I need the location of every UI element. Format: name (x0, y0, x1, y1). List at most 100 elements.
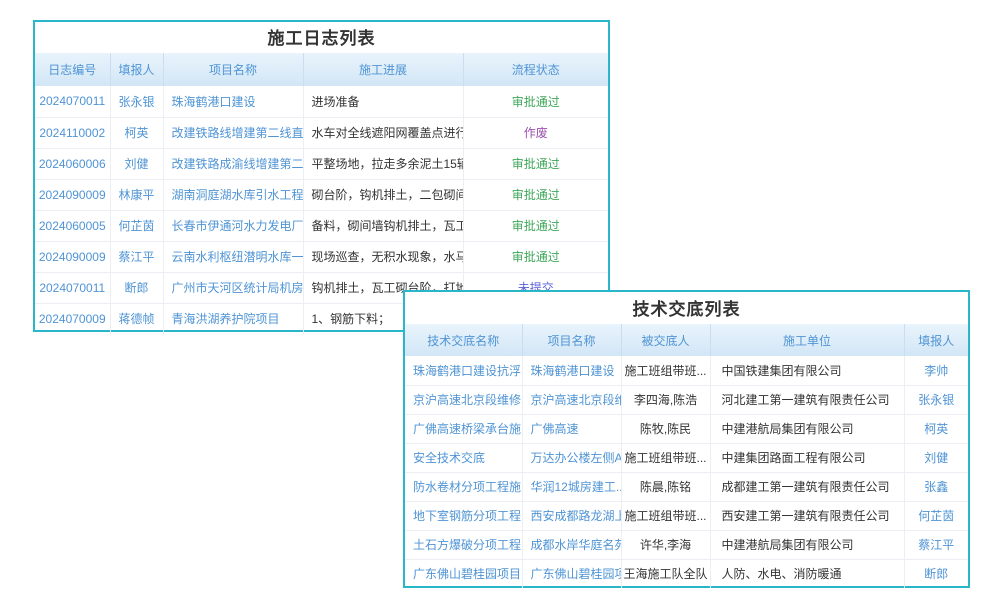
technical-disclosure-panel: 技术交底列表 技术交底名称 项目名称 被交底人 施工单位 填报人 珠海鹤港口建设… (403, 290, 970, 588)
disclosure-name-link[interactable]: 珠海鹤港口建设抗浮... (405, 356, 522, 385)
log-id-link[interactable]: 2024060005 (35, 210, 110, 241)
disclosure-table-row: 广东佛山碧桂园项目... 广东佛山碧桂园项目 王海施工队全队 人防、水电、消防暖… (405, 559, 968, 588)
log-table-row: 2024060005 何芷茵 长春市伊通河水力发电厂... 备料，砌间墙钩机排土… (35, 210, 608, 241)
disclosure-project-link[interactable]: 广东佛山碧桂园项目 (522, 559, 621, 588)
log-project-link[interactable]: 长春市伊通河水力发电厂... (163, 210, 303, 241)
log-id-link[interactable]: 2024060006 (35, 148, 110, 179)
disclosure-unit-text: 人防、水电、消防暖通 (710, 559, 904, 588)
disclosure-unit-text: 中国铁建集团有限公司 (710, 356, 904, 385)
disclosure-project-link[interactable]: 万达办公楼左侧A... (522, 443, 621, 472)
log-col-header-status: 流程状态 (463, 53, 608, 86)
disclosure-table-row: 土石方爆破分项工程... 成都水岸华庭名苑... 许华,李海 中建港航局集团有限… (405, 530, 968, 559)
disclosure-unit-text: 中建集团路面工程有限公司 (710, 443, 904, 472)
disclosure-project-link[interactable]: 西安成都路龙湖上... (522, 501, 621, 530)
log-reporter-link[interactable]: 蒋德帧 (110, 303, 163, 334)
disclosure-project-link[interactable]: 成都水岸华庭名苑... (522, 530, 621, 559)
log-id-link[interactable]: 2024070011 (35, 86, 110, 117)
disclosure-header-row: 技术交底名称 项目名称 被交底人 施工单位 填报人 (405, 324, 968, 356)
log-progress-text: 砌台阶，钩机排土，二包砌间... (303, 179, 463, 210)
log-col-header-progress: 施工进展 (303, 53, 463, 86)
log-reporter-link[interactable]: 蔡江平 (110, 241, 163, 272)
log-project-link[interactable]: 广州市天河区统计局机房... (163, 272, 303, 303)
disclosure-name-link[interactable]: 广佛高速桥梁承台施... (405, 414, 522, 443)
log-progress-text: 平整场地，拉走多余泥土15辆... (303, 148, 463, 179)
disclosure-name-link[interactable]: 防水卷材分项工程施... (405, 472, 522, 501)
disclosure-reporter-link[interactable]: 断郎 (904, 559, 968, 588)
log-id-link[interactable]: 2024090009 (35, 179, 110, 210)
disclosure-name-link[interactable]: 京沪高速北京段维修... (405, 385, 522, 414)
log-table-row: 2024090009 蔡江平 云南水利枢纽潜明水库一... 现场巡查，无积水现象… (35, 241, 608, 272)
log-header-row: 日志编号 填报人 项目名称 施工进展 流程状态 (35, 53, 608, 86)
disclosure-col-header-name: 技术交底名称 (405, 324, 522, 356)
disclosure-reporter-link[interactable]: 柯英 (904, 414, 968, 443)
log-table-row: 2024060006 刘健 改建铁路成渝线增建第二... 平整场地，拉走多余泥土… (35, 148, 608, 179)
log-project-link[interactable]: 云南水利枢纽潜明水库一... (163, 241, 303, 272)
disclosure-name-link[interactable]: 土石方爆破分项工程... (405, 530, 522, 559)
log-id-link[interactable]: 2024070011 (35, 272, 110, 303)
log-col-header-id: 日志编号 (35, 53, 110, 86)
log-col-header-project: 项目名称 (163, 53, 303, 86)
disclosure-receiver-text: 陈牧,陈民 (621, 414, 710, 443)
disclosure-table-row: 珠海鹤港口建设抗浮... 珠海鹤港口建设 施工班组带班... 中国铁建集团有限公… (405, 356, 968, 385)
disclosure-table-row: 防水卷材分项工程施... 华润12城房建工... 陈晨,陈铭 成都建工第一建筑有… (405, 472, 968, 501)
disclosure-receiver-text: 施工班组带班... (621, 501, 710, 530)
disclosure-reporter-link[interactable]: 张鑫 (904, 472, 968, 501)
technical-disclosure-table: 技术交底名称 项目名称 被交底人 施工单位 填报人 珠海鹤港口建设抗浮... 珠… (405, 324, 968, 588)
log-progress-text: 备料，砌间墙钩机排土，瓦工... (303, 210, 463, 241)
disclosure-unit-text: 西安建工第一建筑有限责任公司 (710, 501, 904, 530)
disclosure-project-link[interactable]: 珠海鹤港口建设 (522, 356, 621, 385)
log-reporter-link[interactable]: 刘健 (110, 148, 163, 179)
disclosure-col-header-receiver: 被交底人 (621, 324, 710, 356)
log-reporter-link[interactable]: 何芷茵 (110, 210, 163, 241)
log-reporter-link[interactable]: 林康平 (110, 179, 163, 210)
log-reporter-link[interactable]: 断郎 (110, 272, 163, 303)
technical-disclosure-title: 技术交底列表 (405, 292, 968, 324)
log-table-row: 2024070011 张永银 珠海鹤港口建设 进场准备 审批通过 (35, 86, 608, 117)
disclosure-receiver-text: 李四海,陈浩 (621, 385, 710, 414)
log-status-badge: 审批通过 (463, 179, 608, 210)
log-status-badge: 审批通过 (463, 86, 608, 117)
log-id-link[interactable]: 2024070009 (35, 303, 110, 334)
construction-log-title: 施工日志列表 (35, 22, 608, 53)
log-id-link[interactable]: 2024110002 (35, 117, 110, 148)
log-col-header-reporter: 填报人 (110, 53, 163, 86)
log-id-link[interactable]: 2024090009 (35, 241, 110, 272)
disclosure-unit-text: 中建港航局集团有限公司 (710, 414, 904, 443)
disclosure-unit-text: 成都建工第一建筑有限责任公司 (710, 472, 904, 501)
log-table-row: 2024110002 柯英 改建铁路线增建第二线直... 水车对全线遮阳网覆盖点… (35, 117, 608, 148)
disclosure-name-link[interactable]: 安全技术交底 (405, 443, 522, 472)
disclosure-reporter-link[interactable]: 李帅 (904, 356, 968, 385)
disclosure-receiver-text: 王海施工队全队 (621, 559, 710, 588)
log-project-link[interactable]: 改建铁路成渝线增建第二... (163, 148, 303, 179)
disclosure-project-link[interactable]: 京沪高速北京段维修 (522, 385, 621, 414)
disclosure-col-header-project: 项目名称 (522, 324, 621, 356)
disclosure-name-link[interactable]: 地下室钢筋分项工程... (405, 501, 522, 530)
disclosure-col-header-reporter: 填报人 (904, 324, 968, 356)
log-status-badge: 审批通过 (463, 241, 608, 272)
log-reporter-link[interactable]: 柯英 (110, 117, 163, 148)
disclosure-table-row: 安全技术交底 万达办公楼左侧A... 施工班组带班... 中建集团路面工程有限公… (405, 443, 968, 472)
disclosure-reporter-link[interactable]: 蔡江平 (904, 530, 968, 559)
disclosure-table-row: 广佛高速桥梁承台施... 广佛高速 陈牧,陈民 中建港航局集团有限公司 柯英 (405, 414, 968, 443)
log-status-badge: 审批通过 (463, 148, 608, 179)
disclosure-project-link[interactable]: 华润12城房建工... (522, 472, 621, 501)
disclosure-reporter-link[interactable]: 刘健 (904, 443, 968, 472)
disclosure-col-header-unit: 施工单位 (710, 324, 904, 356)
disclosure-reporter-link[interactable]: 张永银 (904, 385, 968, 414)
log-project-link[interactable]: 改建铁路线增建第二线直... (163, 117, 303, 148)
disclosure-table-row: 京沪高速北京段维修... 京沪高速北京段维修 李四海,陈浩 河北建工第一建筑有限… (405, 385, 968, 414)
log-project-link[interactable]: 珠海鹤港口建设 (163, 86, 303, 117)
disclosure-unit-text: 河北建工第一建筑有限责任公司 (710, 385, 904, 414)
disclosure-name-link[interactable]: 广东佛山碧桂园项目... (405, 559, 522, 588)
log-reporter-link[interactable]: 张永银 (110, 86, 163, 117)
disclosure-reporter-link[interactable]: 何芷茵 (904, 501, 968, 530)
disclosure-table-row: 地下室钢筋分项工程... 西安成都路龙湖上... 施工班组带班... 西安建工第… (405, 501, 968, 530)
disclosure-receiver-text: 施工班组带班... (621, 443, 710, 472)
log-project-link[interactable]: 湖南洞庭湖水库引水工程... (163, 179, 303, 210)
log-progress-text: 进场准备 (303, 86, 463, 117)
log-table-row: 2024090009 林康平 湖南洞庭湖水库引水工程... 砌台阶，钩机排土，二… (35, 179, 608, 210)
disclosure-project-link[interactable]: 广佛高速 (522, 414, 621, 443)
disclosure-unit-text: 中建港航局集团有限公司 (710, 530, 904, 559)
log-project-link[interactable]: 青海洪湖养护院项目 (163, 303, 303, 334)
disclosure-receiver-text: 许华,李海 (621, 530, 710, 559)
